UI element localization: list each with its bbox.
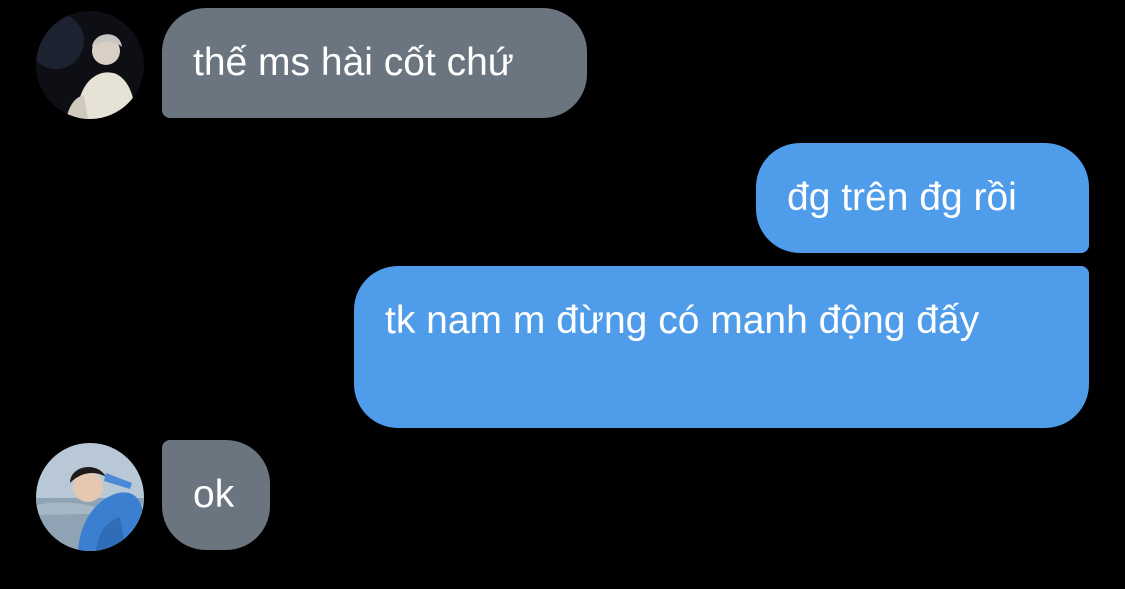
message-text: tk nam m đừng có manh động đấy [385, 299, 980, 342]
incoming-message-bubble[interactable]: thế ms hài cốt chứ [162, 8, 587, 118]
message-text: ok [193, 473, 235, 516]
contact-avatar[interactable] [36, 443, 144, 551]
incoming-message-bubble[interactable]: ok [162, 440, 270, 550]
contact-avatar[interactable] [36, 11, 144, 119]
outgoing-message-bubble[interactable]: tk nam m đừng có manh động đấy [354, 266, 1089, 428]
message-text: thế ms hài cốt chứ [193, 41, 514, 84]
outgoing-message-bubble[interactable]: đg trên đg rồi [756, 143, 1089, 253]
avatar-photo-icon [36, 11, 144, 119]
message-text: đg trên đg rồi [787, 176, 1017, 219]
avatar-photo-icon [36, 443, 144, 551]
